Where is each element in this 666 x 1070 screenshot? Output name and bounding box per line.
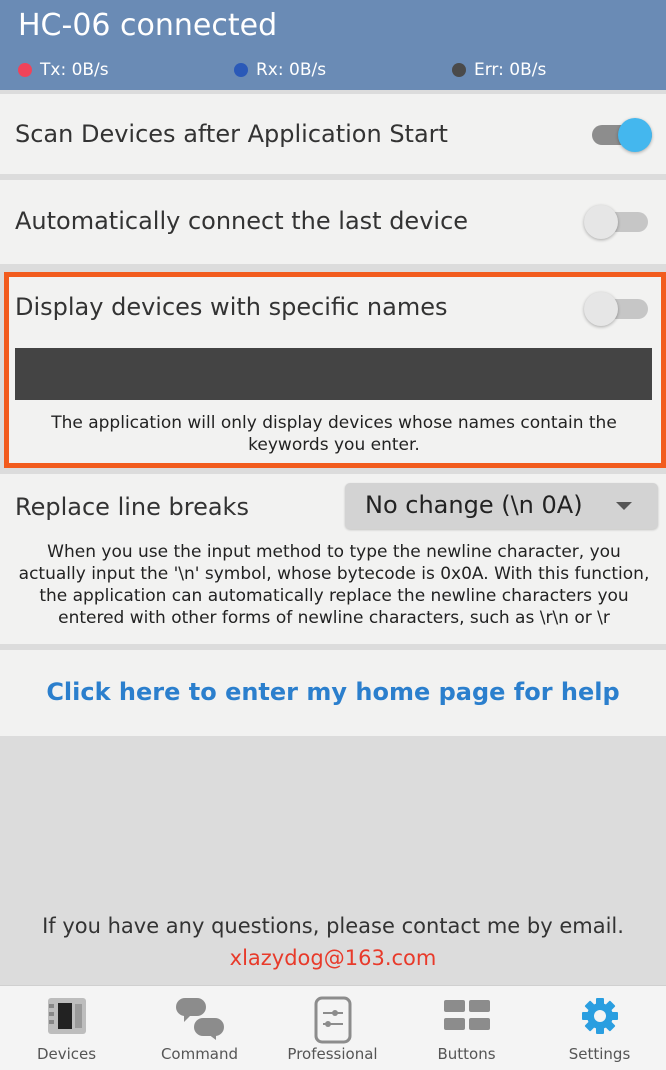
tab-command-label: Command — [160, 1045, 239, 1063]
tx-dot-icon — [18, 63, 32, 77]
help-homepage-link[interactable]: Click here to enter my home page for hel… — [0, 678, 666, 706]
settings-icon — [581, 998, 618, 1034]
contact-email-link[interactable]: xlazydog@163.com — [0, 946, 666, 970]
scan-label: Scan Devices after Application Start — [15, 120, 448, 148]
contact-text: If you have any questions, please contac… — [42, 914, 624, 938]
linebreak-selected-value: No change (\n 0A) — [365, 491, 583, 519]
rx-dot-icon — [234, 63, 248, 77]
err-label: Err: 0B/s — [474, 60, 547, 80]
tab-devices-label: Devices — [36, 1045, 97, 1063]
linebreak-dropdown[interactable]: No change (\n 0A) — [345, 483, 658, 529]
autoconnect-toggle[interactable] — [584, 203, 648, 239]
err-dot-icon — [452, 63, 466, 77]
scan-toggle[interactable] — [588, 116, 652, 152]
filter-keyword-input[interactable] — [15, 348, 652, 400]
tx-stat: Tx: 0B/s — [18, 60, 109, 80]
tx-label: Tx: 0B/s — [40, 60, 109, 80]
tab-buttons-label: Buttons — [437, 1045, 496, 1063]
tab-devices[interactable]: Devices — [0, 986, 133, 1070]
devices-icon — [47, 998, 86, 1034]
rx-stat: Rx: 0B/s — [234, 60, 326, 80]
tab-settings-label: Settings — [568, 1045, 631, 1063]
filter-label: Display devices with specific names — [15, 293, 448, 321]
linebreak-label: Replace line breaks — [15, 493, 249, 521]
tab-professional-label: Professional — [287, 1045, 378, 1063]
buttons-icon — [443, 1000, 490, 1030]
bottom-tab-bar: Devices Command Professional Buttons Set… — [0, 985, 666, 1070]
rx-label: Rx: 0B/s — [256, 60, 327, 80]
connection-title: HC-06 connected — [18, 8, 278, 43]
setting-row-scan: Scan Devices after Application Start — [0, 94, 666, 174]
app-header: HC-06 connected Tx: 0B/s Rx: 0B/s Err: 0… — [0, 0, 666, 90]
tab-settings[interactable]: Settings — [533, 986, 666, 1070]
tab-professional[interactable]: Professional — [266, 986, 399, 1070]
autoconnect-label: Automatically connect the last device — [15, 207, 469, 235]
err-stat: Err: 0B/s — [452, 60, 546, 80]
filter-toggle[interactable] — [584, 290, 648, 326]
command-icon — [175, 998, 224, 1040]
professional-icon — [314, 996, 351, 1044]
filter-help-text: The application will only display device… — [51, 413, 617, 455]
tab-command[interactable]: Command — [133, 986, 266, 1070]
chevron-down-icon — [616, 502, 632, 510]
tab-buttons[interactable]: Buttons — [400, 986, 533, 1070]
linebreak-help-text: When you use the input method to type th… — [18, 542, 650, 628]
setting-row-autoconnect: Automatically connect the last device — [0, 180, 666, 264]
